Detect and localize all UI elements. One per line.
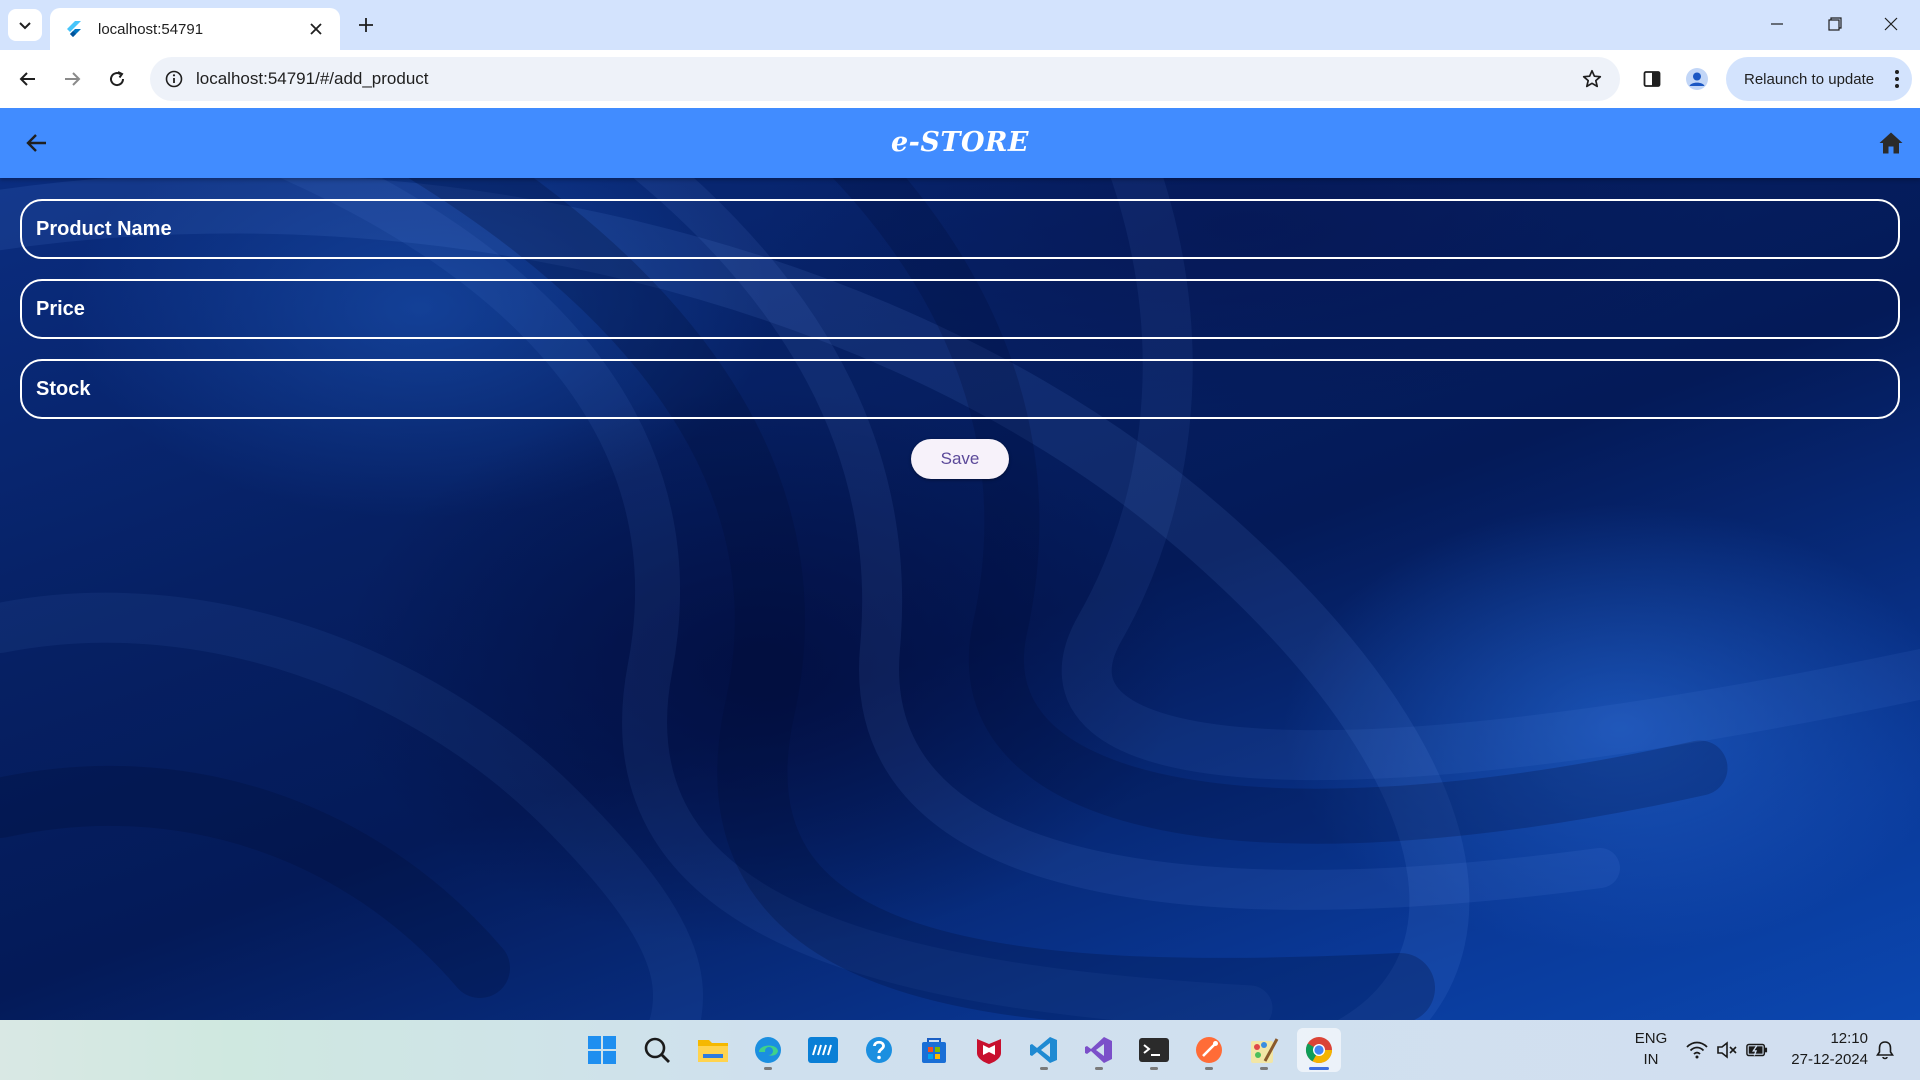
home-button[interactable]	[1872, 124, 1910, 162]
relaunch-to-update-button[interactable]: Relaunch to update	[1726, 57, 1912, 101]
running-indicator	[1205, 1067, 1213, 1070]
restore-button[interactable]	[1806, 0, 1864, 48]
side-panel-icon[interactable]	[1636, 63, 1668, 95]
taskbar-chrome[interactable]	[1297, 1028, 1341, 1072]
reload-icon	[110, 71, 125, 87]
plus-icon	[359, 18, 373, 32]
taskbar-vscode[interactable]	[1022, 1028, 1066, 1072]
close-window-button[interactable]	[1862, 0, 1920, 48]
tray-language[interactable]: ENG	[1628, 1030, 1674, 1047]
stock-label: Stock	[36, 378, 91, 400]
taskbar-myhp[interactable]	[801, 1028, 845, 1072]
battery-charging-icon[interactable]	[1746, 1039, 1768, 1061]
arrow-left-icon	[19, 72, 35, 86]
folder-icon	[698, 1040, 728, 1062]
taskbar-microsoft-store[interactable]	[912, 1028, 956, 1072]
tab-title: localhost:54791	[98, 20, 204, 38]
reload-button[interactable]	[99, 61, 135, 97]
browser-toolbar: localhost:54791/#/add_product Relaunch t…	[0, 50, 1920, 108]
close-icon	[1884, 17, 1898, 31]
tray-date[interactable]: 27-12-2024	[1776, 1051, 1868, 1068]
chevron-down-icon	[19, 22, 31, 30]
edge-icon	[755, 1037, 781, 1063]
myhp-icon	[808, 1037, 838, 1063]
store-icon	[922, 1038, 946, 1063]
speaker-muted-icon[interactable]	[1716, 1039, 1738, 1061]
taskbar-mcafee[interactable]	[967, 1028, 1011, 1072]
product-name-label: Product Name	[36, 218, 172, 240]
minimize-button[interactable]	[1748, 0, 1806, 48]
site-info-icon[interactable]	[160, 65, 188, 93]
taskbar-terminal[interactable]	[1132, 1028, 1176, 1072]
minimize-icon	[1771, 23, 1783, 25]
new-tab-button[interactable]	[352, 11, 380, 39]
taskbar-get-help[interactable]	[857, 1028, 901, 1072]
vscode-icon	[1030, 1037, 1057, 1063]
app-title: e-STORE	[890, 127, 1029, 158]
tray-region[interactable]: IN	[1628, 1051, 1674, 1068]
app-bar: e-STORE	[0, 108, 1920, 178]
running-indicator	[1040, 1067, 1048, 1070]
chrome-icon	[1305, 1037, 1333, 1064]
flutter-icon	[66, 20, 84, 38]
windows-start-icon	[588, 1036, 616, 1064]
stock-field[interactable]: Stock	[20, 359, 1900, 419]
search-icon	[644, 1037, 670, 1063]
taskbar-start[interactable]	[580, 1028, 624, 1072]
taskbar-visual-studio[interactable]	[1077, 1028, 1121, 1072]
browser-tabstrip: localhost:54791	[0, 0, 1920, 50]
bookmark-star-icon[interactable]	[1578, 65, 1606, 93]
tray-time[interactable]: 12:10	[1776, 1030, 1868, 1047]
active-indicator	[1309, 1067, 1329, 1070]
taskbar-file-explorer[interactable]	[691, 1028, 735, 1072]
taskbar-postman[interactable]	[1187, 1028, 1231, 1072]
taskbar-paint[interactable]	[1242, 1028, 1286, 1072]
running-indicator	[1260, 1067, 1268, 1070]
running-indicator	[1150, 1067, 1158, 1070]
address-bar[interactable]: localhost:54791/#/add_product	[150, 57, 1620, 101]
restore-icon	[1828, 17, 1842, 31]
save-label: Save	[940, 449, 980, 468]
browser-tab[interactable]: localhost:54791	[50, 8, 340, 50]
paint-icon	[1251, 1038, 1279, 1063]
relaunch-label: Relaunch to update	[1744, 70, 1875, 88]
back-button[interactable]	[10, 61, 46, 97]
postman-icon	[1196, 1037, 1222, 1063]
terminal-icon	[1139, 1038, 1169, 1062]
app-page: e-STORE Product Name Price Stock Save	[0, 108, 1920, 1020]
mcafee-icon	[977, 1039, 1001, 1064]
home-icon	[1879, 132, 1903, 154]
help-icon	[866, 1037, 892, 1063]
running-indicator	[764, 1067, 772, 1070]
price-field[interactable]: Price	[20, 279, 1900, 339]
address-url: localhost:54791/#/add_product	[196, 69, 429, 88]
taskbar-edge[interactable]	[746, 1028, 790, 1072]
product-name-field[interactable]: Product Name	[20, 199, 1900, 259]
save-button[interactable]: Save	[911, 439, 1009, 479]
windows-taskbar: ENG IN 12:10 27-12-2024	[0, 1020, 1920, 1080]
visual-studio-icon	[1085, 1037, 1112, 1063]
more-vert-icon[interactable]	[1882, 57, 1912, 101]
price-label: Price	[36, 298, 85, 320]
taskbar-search[interactable]	[635, 1028, 679, 1072]
wifi-icon[interactable]	[1686, 1039, 1708, 1061]
tab-search-button[interactable]	[8, 9, 42, 41]
notification-bell-icon[interactable]	[1874, 1039, 1896, 1061]
profile-avatar-icon[interactable]	[1681, 63, 1713, 95]
forward-button[interactable]	[54, 61, 90, 97]
arrow-right-icon	[65, 72, 81, 86]
running-indicator	[1095, 1067, 1103, 1070]
tab-close-icon[interactable]	[306, 19, 326, 39]
